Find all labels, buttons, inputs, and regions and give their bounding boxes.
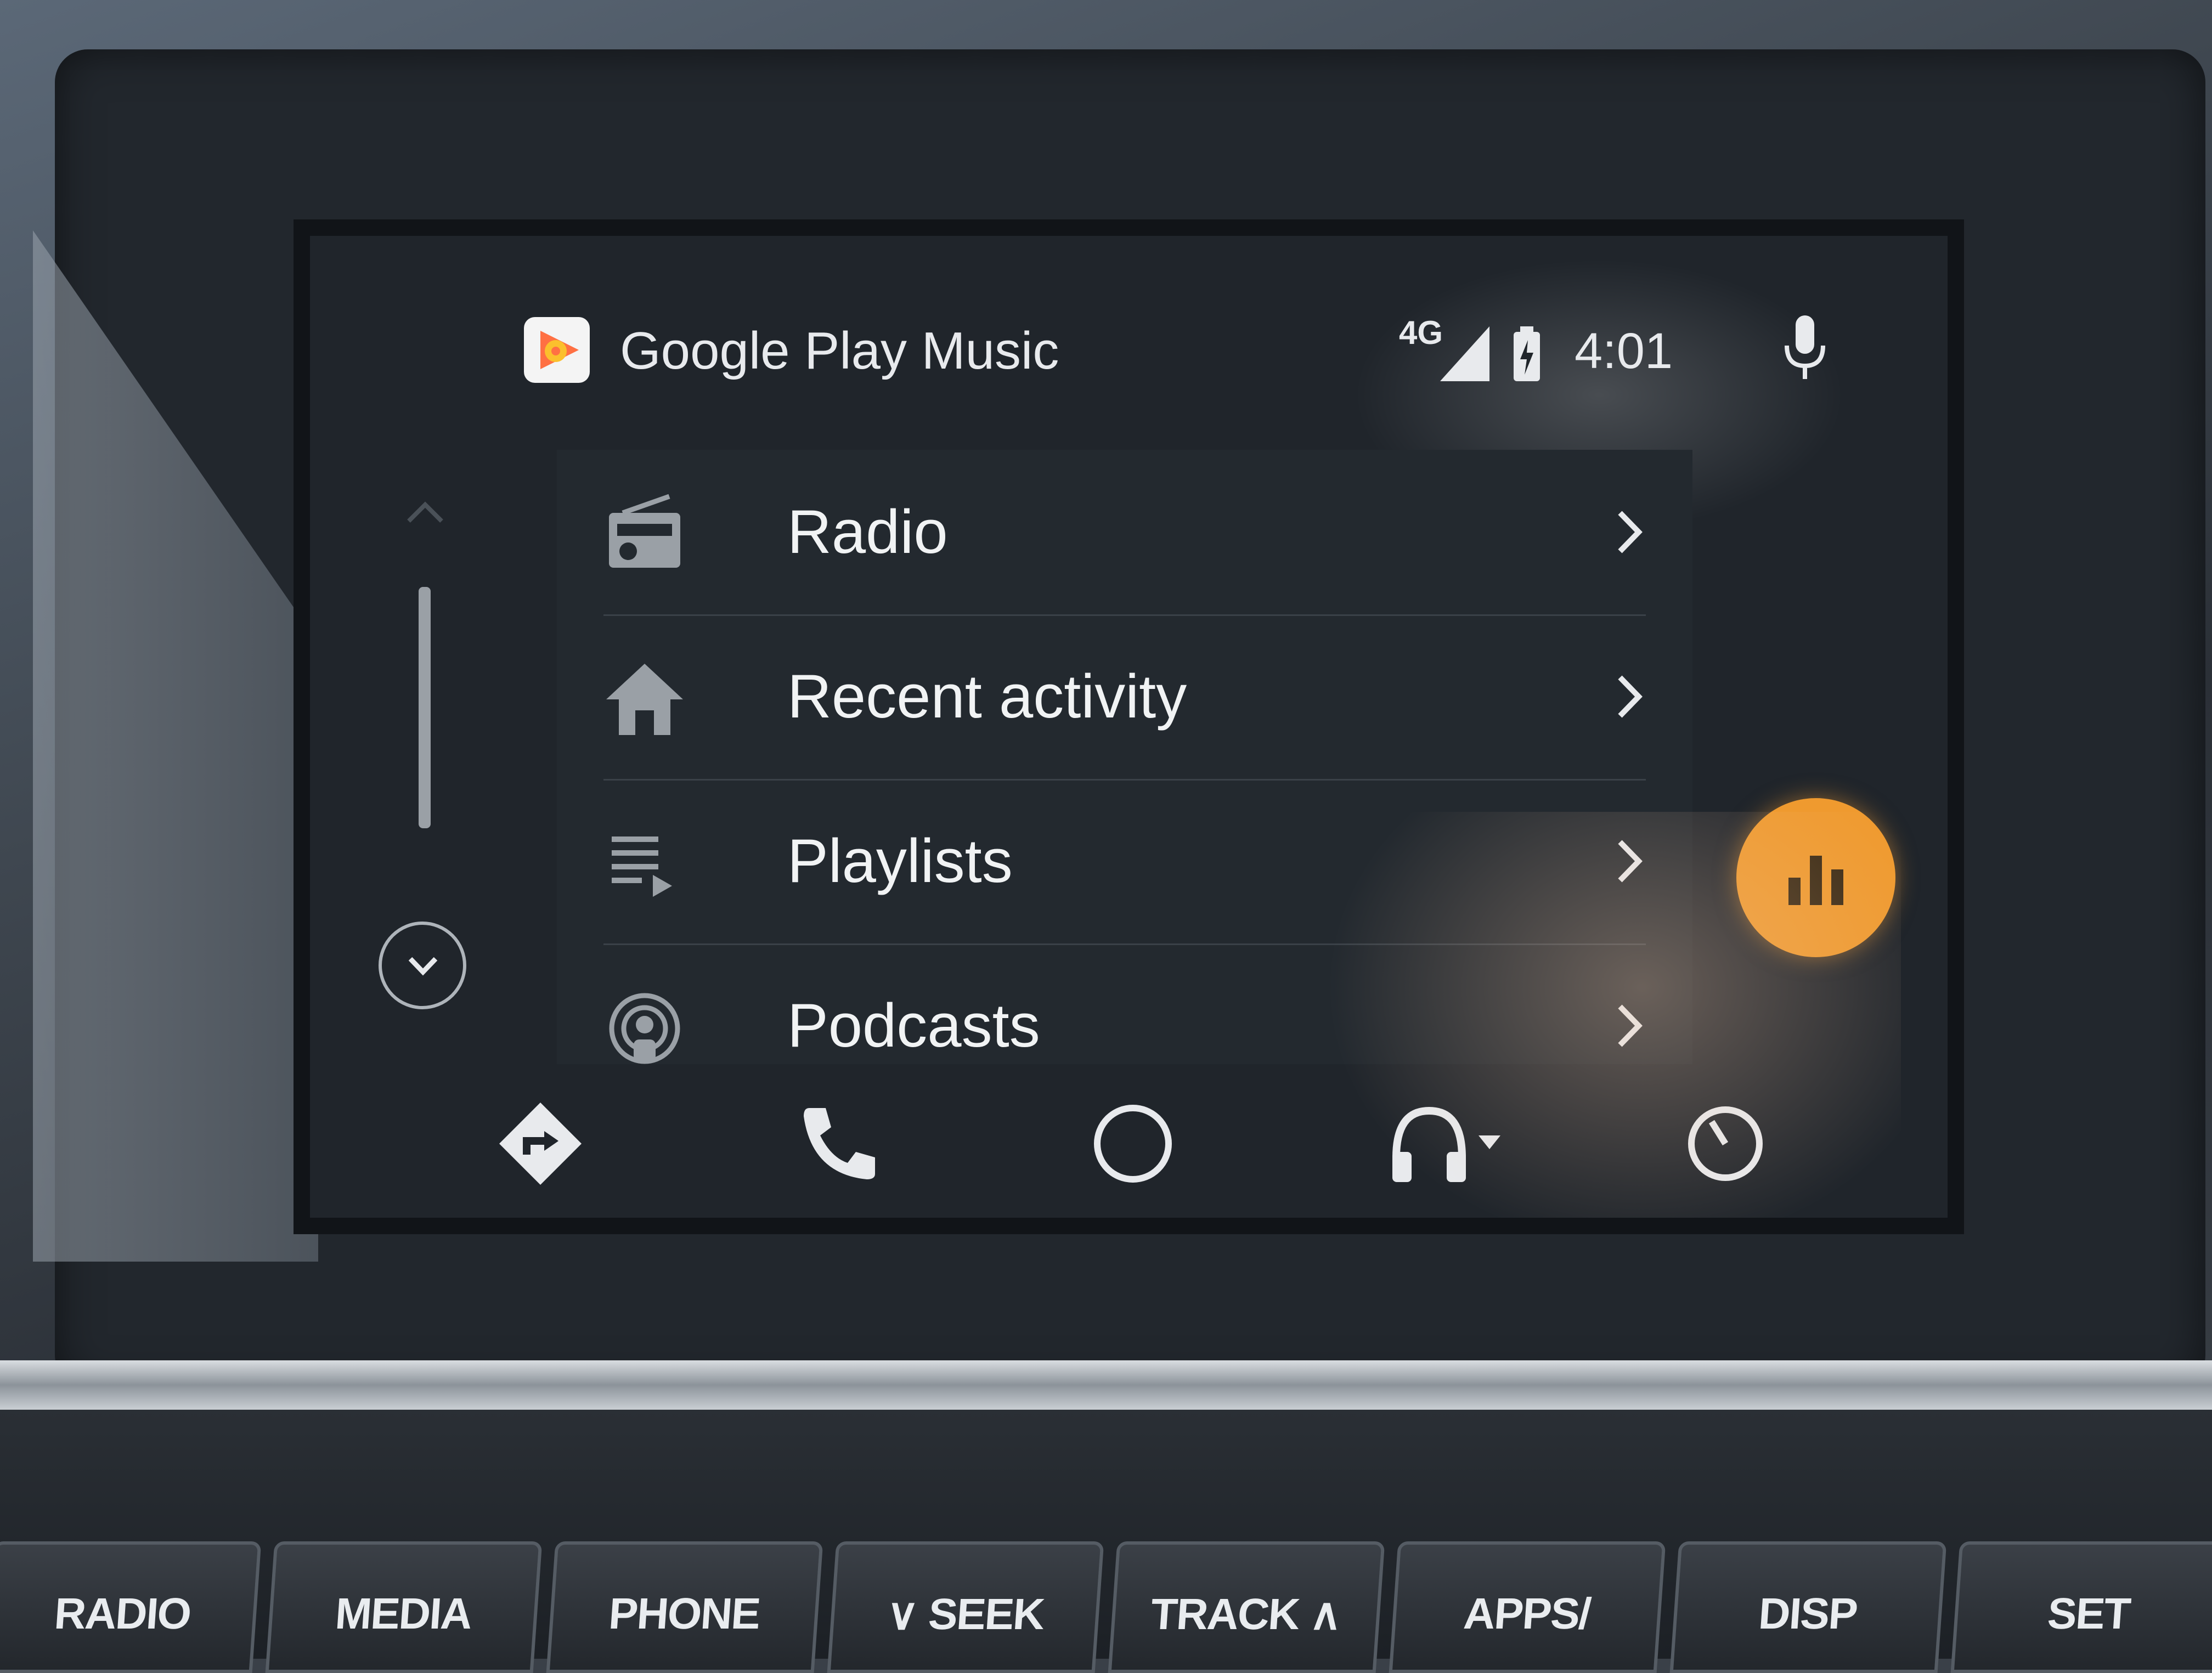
home-icon — [606, 664, 683, 735]
hw-setup-button[interactable]: SET — [1950, 1541, 2212, 1673]
hw-apps-button[interactable]: APPS/ — [1389, 1541, 1666, 1673]
google-play-music-logo-icon[interactable] — [524, 317, 590, 383]
cell-signal-icon — [1440, 326, 1489, 381]
phone-icon[interactable] — [790, 1097, 883, 1190]
hardware-button-row: RADIO MEDIA PHONE ∨ SEEK TRACK ∧ APPS/ D… — [0, 1541, 2212, 1673]
app-title: Google Play Music — [620, 321, 1059, 380]
app-header: Google Play Music 4G 4:01 — [310, 236, 1948, 400]
hw-media-button[interactable]: MEDIA — [265, 1541, 543, 1673]
list-item-label: Recent activity — [787, 662, 1187, 731]
radio-icon — [609, 494, 680, 568]
list-item-radio[interactable]: Radio — [557, 450, 1692, 614]
list-item-label: Podcasts — [787, 991, 1040, 1060]
status-clock: 4:01 — [1575, 323, 1673, 379]
list-item-recent-activity[interactable]: Recent activity — [557, 614, 1692, 779]
scrollbar-thumb[interactable] — [419, 587, 431, 828]
microphone-icon[interactable] — [1780, 315, 1830, 381]
chrome-trim — [0, 1360, 2212, 1410]
network-type: 4G — [1399, 314, 1443, 351]
hw-phone-button[interactable]: PHONE — [546, 1541, 823, 1673]
chevron-right-icon — [1618, 511, 1643, 553]
hw-track-up-button[interactable]: TRACK ∧ — [1108, 1541, 1385, 1673]
chevron-down-icon — [408, 957, 438, 976]
scroll-down-button[interactable] — [379, 922, 466, 1009]
home-circle-icon[interactable] — [1086, 1097, 1180, 1190]
chevron-right-icon — [1618, 675, 1643, 718]
scroll-up-icon[interactable] — [398, 494, 453, 527]
hand-reflection — [1325, 812, 1901, 1218]
playlist-icon — [612, 836, 672, 897]
list-item-label: Playlists — [787, 827, 1013, 895]
navigation-icon[interactable] — [494, 1097, 587, 1190]
hw-disp-button[interactable]: DISP — [1669, 1541, 1947, 1673]
hw-radio-button[interactable]: RADIO — [0, 1541, 262, 1673]
podcast-icon — [609, 993, 680, 1064]
hw-seek-down-button[interactable]: ∨ SEEK — [827, 1541, 1104, 1673]
list-item-label: Radio — [787, 498, 948, 566]
battery-charging-icon — [1514, 326, 1540, 381]
android-auto-screen: Google Play Music 4G 4:01 Radio Recent a… — [310, 236, 1948, 1218]
